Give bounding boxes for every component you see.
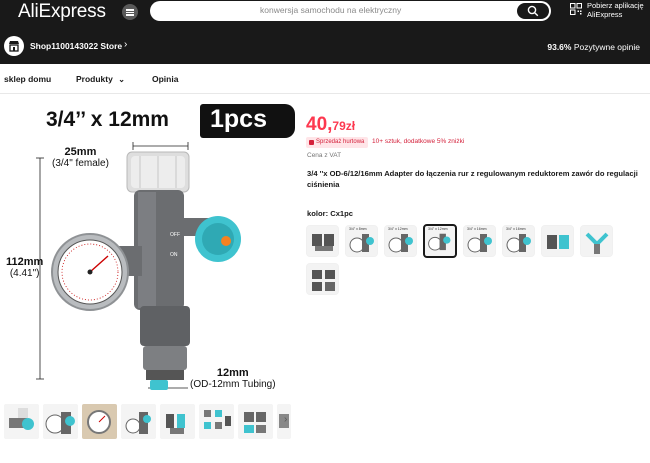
color-swatch[interactable] (306, 225, 339, 257)
download-app-link[interactable]: Pobierz aplikację AliExpress (587, 1, 644, 19)
menu-icon[interactable] (122, 4, 138, 20)
thumbnail[interactable] (238, 404, 273, 439)
dim-bottom-sub: (OD-12mm Tubing) (190, 379, 276, 390)
dim-top-value: 25mm (64, 146, 97, 158)
price: 40,79zł (306, 114, 355, 136)
color-swatch[interactable] (580, 225, 613, 257)
image-headline: 3/4’’ x 12mm (46, 108, 169, 131)
main-product-image[interactable]: 3/4’’ x 12mm 1pcs 25mm (3/4" female) 112… (0, 96, 300, 401)
chevron-right-icon[interactable]: › (284, 414, 287, 425)
store-icon (9, 41, 19, 52)
color-swatch[interactable] (541, 225, 574, 257)
color-label: kolor: Cx1pc (307, 209, 353, 218)
color-swatch[interactable]: 3/4" x 16mm (463, 225, 496, 257)
search-button[interactable] (517, 3, 549, 19)
rating-value: 93.6% (547, 42, 572, 52)
chevron-right-icon[interactable]: › (124, 39, 127, 50)
thumbnail[interactable] (121, 404, 156, 439)
pcs-tag: 1pcs (200, 104, 295, 138)
nav-products[interactable]: Produkty ⌄ (76, 74, 125, 84)
thumbnail[interactable] (199, 404, 234, 439)
dim-top: 25mm (3/4" female) (52, 146, 109, 169)
color-swatch[interactable]: 3/4" x 12mm (384, 225, 417, 257)
chevron-down-icon: ⌄ (118, 75, 125, 84)
dim-bottom: 12mm (OD-12mm Tubing) (190, 367, 276, 390)
wholesale-badge: Sprzedaż hurtowa (306, 137, 369, 148)
app-promo-line1: Pobierz aplikację (587, 1, 644, 10)
nav-products-label: Produkty (76, 74, 113, 84)
search-bar: konwersja samochodu na elektryczny (150, 1, 551, 21)
product-title: 3/4 ''x OD-6/12/16mm Adapter do łączenia… (307, 169, 638, 189)
top-bar: AliExpress konwersja samochodu na elektr… (0, 0, 650, 64)
nav-reviews[interactable]: Opinia (152, 74, 178, 84)
valve-illustration: OFF ON (36, 142, 241, 390)
app-promo-line2: AliExpress (587, 10, 623, 19)
dim-bottom-value: 12mm (216, 367, 249, 379)
search-input[interactable]: konwersja samochodu na elektryczny (260, 5, 401, 15)
price-integer: 40, (306, 114, 333, 135)
color-swatch[interactable]: 3/4" x 8mm (345, 225, 378, 257)
color-swatch[interactable]: 3/4" x 16mm (502, 225, 535, 257)
thumbnail[interactable] (160, 404, 195, 439)
nav-home[interactable]: sklep domu (4, 74, 51, 84)
thumbnail-strip: › (4, 404, 298, 440)
thumbnail[interactable] (82, 404, 117, 439)
color-swatch[interactable] (306, 263, 339, 295)
color-swatch-selected[interactable]: 3/4" x 12mm (423, 224, 457, 258)
swatch-label: 3/4" x 12mm (428, 227, 448, 231)
qr-code-icon[interactable] (570, 3, 582, 15)
store-name-link[interactable]: Shop1100143022 Store (30, 41, 122, 51)
dim-left: 112mm (4.41") (6, 256, 43, 279)
thumbnail[interactable] (43, 404, 78, 439)
thumbnail[interactable] (4, 404, 39, 439)
aliexpress-logo[interactable]: AliExpress (18, 1, 106, 23)
store-row: Shop1100143022 Store › 93.6% Pozytywne o… (0, 36, 650, 58)
pcs-label: 1pcs (210, 105, 267, 133)
rating-label: Pozytywne opinie (573, 42, 640, 52)
bulk-discount-text: 10+ sztuk, dodatkowe 5% zniżki (372, 138, 465, 145)
vat-note: Cena z VAT (307, 152, 342, 159)
store-avatar[interactable] (4, 36, 24, 56)
tag-icon (309, 140, 314, 145)
wholesale-badge-label: Sprzedaż hurtowa (316, 139, 365, 145)
search-icon (527, 5, 539, 17)
dim-left-value: 112mm (6, 256, 44, 268)
valve-label-on: ON (170, 252, 178, 258)
swatch-label: 3/4" x 8mm (349, 227, 367, 231)
store-rating: 93.6% Pozytywne opinie (547, 42, 640, 52)
store-nav: sklep domu Produkty ⌄ Opinia (0, 64, 650, 94)
swatch-label: 3/4" x 16mm (506, 227, 526, 231)
swatch-label: 3/4" x 12mm (388, 227, 408, 231)
dim-left-sub: (4.41") (9, 268, 40, 279)
price-decimal: 79zł (332, 119, 356, 133)
dim-top-sub: (3/4" female) (52, 158, 109, 169)
valve-label-off: OFF (170, 232, 180, 238)
swatch-label: 3/4" x 16mm (467, 227, 487, 231)
